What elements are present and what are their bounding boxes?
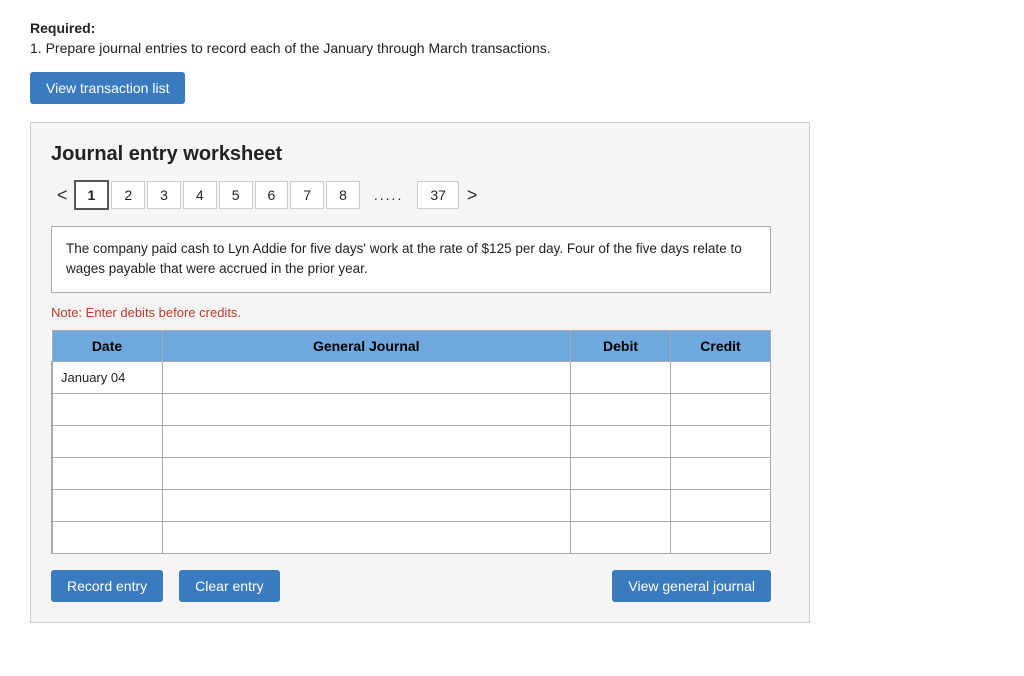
bottom-buttons: Record entry Clear entry View general jo… xyxy=(51,570,771,602)
tab-1[interactable]: 1 xyxy=(74,180,110,210)
date-cell-3 xyxy=(52,457,162,489)
col-header-journal: General Journal xyxy=(162,330,571,361)
tab-8[interactable]: 8 xyxy=(326,181,360,209)
debit-cell-2[interactable] xyxy=(571,425,671,457)
debit-input-3[interactable] xyxy=(571,458,670,489)
credit-input-0[interactable] xyxy=(671,362,770,393)
table-row xyxy=(52,457,771,489)
date-input-4[interactable] xyxy=(61,494,154,517)
debit-input-0[interactable] xyxy=(571,362,670,393)
note-text: Note: Enter debits before credits. xyxy=(51,305,789,320)
tab-navigation: < 1 2 3 4 5 6 7 8 ..... 37 > xyxy=(51,180,789,210)
table-row xyxy=(52,393,771,425)
credit-cell-2[interactable] xyxy=(671,425,771,457)
credit-cell-5[interactable] xyxy=(671,521,771,553)
journal-cell-2[interactable] xyxy=(162,425,571,457)
date-cell-0: January 04 xyxy=(52,361,162,393)
debit-input-2[interactable] xyxy=(571,426,670,457)
debit-input-4[interactable] xyxy=(571,490,670,521)
credit-cell-1[interactable] xyxy=(671,393,771,425)
col-header-credit: Credit xyxy=(671,330,771,361)
view-transaction-button[interactable]: View transaction list xyxy=(30,72,185,104)
credit-cell-4[interactable] xyxy=(671,489,771,521)
debit-cell-4[interactable] xyxy=(571,489,671,521)
required-label: Required: xyxy=(30,20,994,36)
journal-input-5[interactable] xyxy=(163,522,571,553)
credit-input-2[interactable] xyxy=(671,426,770,457)
date-cell-5 xyxy=(52,521,162,553)
table-row xyxy=(52,489,771,521)
table-row: January 04 xyxy=(52,361,771,393)
col-header-date: Date xyxy=(52,330,162,361)
journal-cell-3[interactable] xyxy=(162,457,571,489)
tab-prev-arrow[interactable]: < xyxy=(51,183,74,208)
tab-37[interactable]: 37 xyxy=(417,181,459,209)
date-cell-2 xyxy=(52,425,162,457)
tab-5[interactable]: 5 xyxy=(219,181,253,209)
date-input-3[interactable] xyxy=(61,462,154,485)
tab-next-arrow[interactable]: > xyxy=(461,183,484,208)
credit-cell-0[interactable] xyxy=(671,361,771,393)
record-entry-button[interactable]: Record entry xyxy=(51,570,163,602)
journal-input-0[interactable] xyxy=(163,362,571,393)
worksheet-title: Journal entry worksheet xyxy=(51,143,789,166)
debit-cell-0[interactable] xyxy=(571,361,671,393)
debit-cell-1[interactable] xyxy=(571,393,671,425)
journal-cell-0[interactable] xyxy=(162,361,571,393)
worksheet-container: Journal entry worksheet < 1 2 3 4 5 6 7 … xyxy=(30,122,810,623)
credit-input-1[interactable] xyxy=(671,394,770,425)
debit-cell-3[interactable] xyxy=(571,457,671,489)
tab-dots: ..... xyxy=(362,182,415,208)
description-text: The company paid cash to Lyn Addie for f… xyxy=(66,241,742,276)
credit-input-5[interactable] xyxy=(671,522,770,553)
date-input-2[interactable] xyxy=(61,430,154,453)
journal-input-4[interactable] xyxy=(163,490,571,521)
description-box: The company paid cash to Lyn Addie for f… xyxy=(51,226,771,293)
credit-cell-3[interactable] xyxy=(671,457,771,489)
tab-6[interactable]: 6 xyxy=(255,181,289,209)
journal-cell-5[interactable] xyxy=(162,521,571,553)
debit-cell-5[interactable] xyxy=(571,521,671,553)
journal-input-2[interactable] xyxy=(163,426,571,457)
col-header-debit: Debit xyxy=(571,330,671,361)
clear-entry-button[interactable]: Clear entry xyxy=(179,570,279,602)
credit-input-3[interactable] xyxy=(671,458,770,489)
date-cell-4 xyxy=(52,489,162,521)
required-instruction: 1. Prepare journal entries to record eac… xyxy=(30,40,994,56)
journal-table: Date General Journal Debit Credit Januar… xyxy=(51,330,771,554)
date-cell-1 xyxy=(52,393,162,425)
debit-input-1[interactable] xyxy=(571,394,670,425)
journal-cell-4[interactable] xyxy=(162,489,571,521)
view-general-journal-button[interactable]: View general journal xyxy=(612,570,771,602)
journal-input-1[interactable] xyxy=(163,394,571,425)
tab-2[interactable]: 2 xyxy=(111,181,145,209)
date-input-5[interactable] xyxy=(61,526,154,549)
table-row xyxy=(52,425,771,457)
journal-cell-1[interactable] xyxy=(162,393,571,425)
journal-input-3[interactable] xyxy=(163,458,571,489)
credit-input-4[interactable] xyxy=(671,490,770,521)
table-row xyxy=(52,521,771,553)
tab-4[interactable]: 4 xyxy=(183,181,217,209)
debit-input-5[interactable] xyxy=(571,522,670,553)
tab-7[interactable]: 7 xyxy=(290,181,324,209)
tab-3[interactable]: 3 xyxy=(147,181,181,209)
date-input-1[interactable] xyxy=(61,398,154,421)
